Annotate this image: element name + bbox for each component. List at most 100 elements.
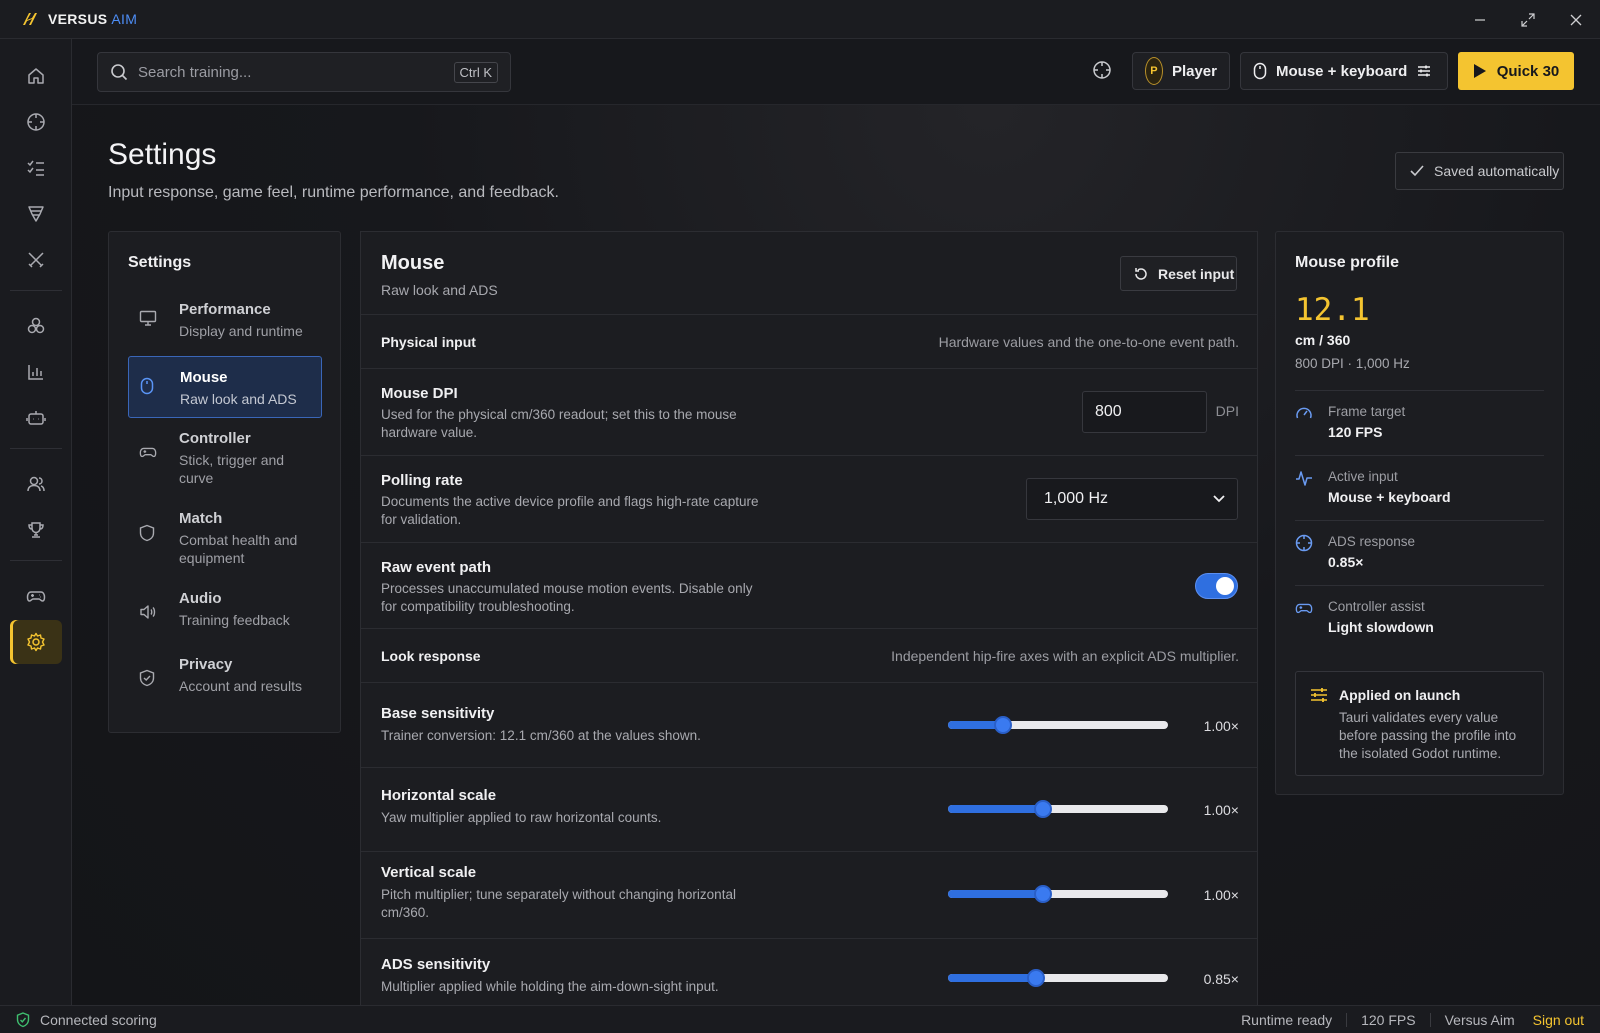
profile-item-label: Frame target xyxy=(1328,404,1406,419)
page-title: Settings xyxy=(108,138,217,171)
runtime-status: Runtime ready xyxy=(1241,1011,1333,1028)
rail-tasks[interactable] xyxy=(10,146,62,190)
setting-desc: Documents the active device profile and … xyxy=(381,494,759,527)
slider-thumb[interactable] xyxy=(1034,885,1052,903)
status-divider xyxy=(1429,1012,1431,1027)
reset-icon xyxy=(1133,266,1149,282)
nav-item-label: Mouse xyxy=(180,369,228,386)
reset-input-button[interactable]: Reset input xyxy=(1120,256,1237,291)
rail-friends[interactable] xyxy=(10,462,62,506)
rail-divider xyxy=(10,290,62,291)
dpi-field[interactable] xyxy=(1082,391,1207,433)
vertical-scale-slider[interactable] xyxy=(948,885,1168,903)
rail-stats[interactable] xyxy=(10,350,62,394)
base-sensitivity-slider[interactable] xyxy=(948,716,1168,734)
player-label: Player xyxy=(1171,62,1217,80)
slider-value: 1.00× xyxy=(1203,887,1239,903)
nav-item-mouse[interactable]: Mouse Raw look and ADS xyxy=(128,356,322,418)
rail-skills[interactable] xyxy=(10,304,62,348)
left-rail xyxy=(0,39,72,1005)
launch-text: Tauri validates every value before passi… xyxy=(1339,710,1517,761)
profile-item-value: Light slowdown xyxy=(1328,619,1434,635)
divider xyxy=(1295,585,1544,586)
nav-item-desc: Training feedback xyxy=(179,612,290,628)
setting-desc: Trainer conversion: 12.1 cm/360 at the v… xyxy=(381,728,701,743)
search-box[interactable]: Ctrl K xyxy=(97,52,511,92)
quick-30-button[interactable]: Quick 30 xyxy=(1458,52,1574,90)
nav-item-label: Match xyxy=(179,510,223,527)
close-button[interactable] xyxy=(1552,0,1600,39)
search-input[interactable] xyxy=(138,63,458,81)
setting-title: ADS sensitivity xyxy=(381,956,491,973)
connection-status: Connected scoring xyxy=(40,1011,157,1028)
nav-item-match[interactable]: Match Combat health and equipment xyxy=(128,508,322,586)
sign-out-link[interactable]: Sign out xyxy=(1533,1012,1584,1028)
mouse-icon xyxy=(140,377,154,395)
slider-thumb[interactable] xyxy=(994,716,1012,734)
horizontal-scale-slider[interactable] xyxy=(948,800,1168,818)
rail-home[interactable] xyxy=(10,54,62,98)
profile-meta: 800 DPI · 1,000 Hz xyxy=(1295,356,1410,371)
title-bar: VERSUS AIM xyxy=(0,0,1600,39)
toggle-knob xyxy=(1216,577,1234,595)
setting-horizontal-scale: Horizontal scale Yaw multiplier applied … xyxy=(361,767,1257,851)
shield-check-icon xyxy=(139,669,155,687)
rail-aim[interactable] xyxy=(10,100,62,144)
player-button[interactable]: P Player xyxy=(1132,52,1230,90)
shield-icon xyxy=(139,524,155,542)
status-right: Runtime ready 120 FPS Versus Aim Sign ou… xyxy=(1241,1012,1584,1028)
gamepad-icon xyxy=(139,443,157,461)
profile-item-value: 120 FPS xyxy=(1328,424,1383,440)
brand: VERSUS AIM xyxy=(20,10,137,28)
mouse-profile-panel: Mouse profile 12.1 cm / 360 800 DPI · 1,… xyxy=(1275,231,1564,795)
setting-title: Horizontal scale xyxy=(381,787,497,804)
minimize-button[interactable] xyxy=(1456,0,1504,39)
nav-item-audio[interactable]: Audio Training feedback xyxy=(128,588,322,650)
rail-divider xyxy=(10,448,62,449)
nav-item-label: Performance xyxy=(179,301,271,318)
profile-title: Mouse profile xyxy=(1295,254,1400,271)
input-mode-label: Mouse + keyboard xyxy=(1276,62,1408,80)
slider-thumb[interactable] xyxy=(1034,800,1052,818)
home-icon xyxy=(26,66,46,86)
aim-target-button[interactable] xyxy=(1092,60,1112,80)
reset-label: Reset input xyxy=(1158,265,1235,282)
setting-desc: Used for the physical cm/360 readout; se… xyxy=(381,407,737,440)
rail-leaderboard[interactable] xyxy=(10,508,62,552)
rail-settings[interactable] xyxy=(10,620,62,664)
nav-item-label: Privacy xyxy=(179,656,233,673)
maximize-button[interactable] xyxy=(1504,0,1552,39)
chevron-down-icon xyxy=(1213,495,1225,503)
divider xyxy=(1295,390,1544,391)
setting-polling-rate: Polling rate Documents the active device… xyxy=(361,455,1257,542)
setting-title: Base sensitivity xyxy=(381,705,495,722)
bar-chart-icon xyxy=(26,362,46,382)
input-mode-button[interactable]: Mouse + keyboard xyxy=(1240,52,1448,90)
settings-nav: Settings Performance Display and runtime… xyxy=(108,231,341,733)
rail-drills[interactable] xyxy=(10,192,62,236)
mouse-settings-panel: Mouse Raw look and ADS Reset input Physi… xyxy=(360,231,1258,1005)
raw-event-toggle[interactable] xyxy=(1195,573,1238,599)
nav-item-performance[interactable]: Performance Display and runtime xyxy=(128,294,322,356)
brand-name: VERSUS AIM xyxy=(48,11,137,27)
cm360-unit: cm / 360 xyxy=(1295,332,1351,348)
sliders-icon xyxy=(1310,687,1328,703)
rail-bots[interactable] xyxy=(10,396,62,440)
rail-combat[interactable] xyxy=(10,238,62,282)
slider-thumb[interactable] xyxy=(1027,969,1045,987)
crosshair-icon xyxy=(1295,534,1313,552)
polling-rate-select[interactable]: 1,000 Hz xyxy=(1026,478,1238,520)
nav-item-privacy[interactable]: Privacy Account and results xyxy=(128,654,322,716)
saved-label: Saved automatically xyxy=(1434,163,1560,179)
nav-title: Settings xyxy=(128,254,192,271)
rail-controller[interactable] xyxy=(10,574,62,618)
cm360-value: 12.1 xyxy=(1295,292,1370,328)
dpi-unit: DPI xyxy=(1215,403,1239,419)
panel-subtitle: Raw look and ADS xyxy=(381,282,498,298)
ads-sensitivity-slider[interactable] xyxy=(948,969,1168,987)
setting-desc: Pitch multiplier; tune separately withou… xyxy=(381,887,736,920)
nav-item-controller[interactable]: Controller Stick, trigger and curve xyxy=(128,428,322,506)
top-bar: Ctrl K P Player Mouse + keyboard Quick 3… xyxy=(72,39,1600,105)
nav-item-desc: Account and results xyxy=(179,678,302,694)
status-bar: Connected scoring Runtime ready 120 FPS … xyxy=(0,1005,1600,1033)
